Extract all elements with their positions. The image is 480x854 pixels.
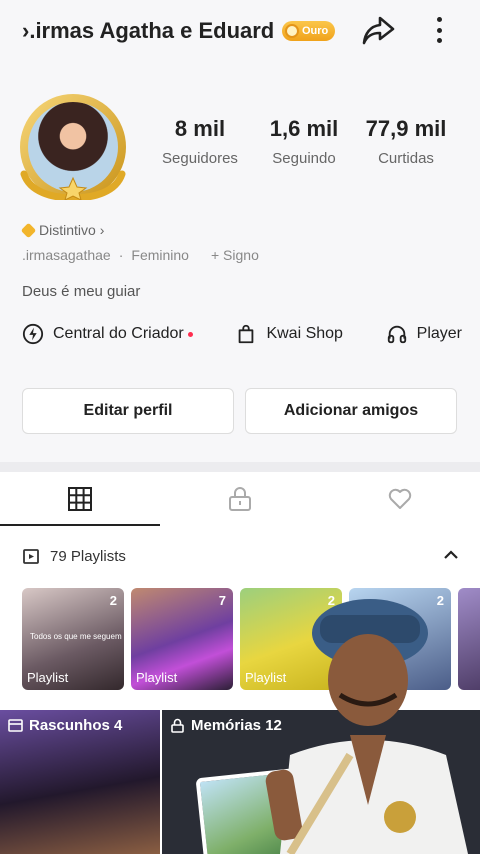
more-options-icon[interactable] <box>425 14 453 46</box>
creator-links: Central do Criador Kwai Shop Player <box>22 323 462 345</box>
playlist-label: Playlist <box>136 670 178 685</box>
kwai-shop-label: Kwai Shop <box>266 325 343 342</box>
following-label: Seguindo <box>272 150 336 167</box>
tab-liked[interactable] <box>320 472 480 526</box>
chevron-right-icon: › <box>99 222 105 238</box>
lightning-icon <box>22 323 44 345</box>
laurel-icon <box>20 170 126 200</box>
grid-icon <box>68 487 92 511</box>
likes-count: 77,9 mil <box>365 116 447 141</box>
separator-dot: · <box>118 247 124 263</box>
creator-center-link[interactable]: Central do Criador <box>22 323 193 345</box>
playlist-card[interactable]: 2 Todos os que me seguem Playlist <box>22 588 124 690</box>
creator-center-label: Central do Criador <box>53 325 184 342</box>
distintivo-link[interactable]: Distintivo › <box>20 222 105 238</box>
share-icon[interactable] <box>360 12 396 48</box>
ouro-badge[interactable]: Ouro <box>282 21 336 41</box>
kwai-shop-link[interactable]: Kwai Shop <box>235 323 343 345</box>
lock-icon <box>229 487 251 511</box>
tab-grid[interactable] <box>0 472 160 526</box>
drafts-icon <box>8 719 23 732</box>
add-friends-button[interactable]: Adicionar amigos <box>245 388 457 434</box>
ouro-label: Ouro <box>302 25 329 37</box>
coin-icon <box>285 24 299 38</box>
tab-private[interactable] <box>160 472 320 526</box>
playlist-label: Playlist <box>27 670 69 685</box>
profile-title: ›.irmas Agatha e Eduard <box>22 18 275 43</box>
playlist-card[interactable]: 7 Playlist <box>131 588 233 690</box>
playlist-count: 7 <box>218 593 226 608</box>
headphones-icon <box>387 325 406 344</box>
meme-sticker-image <box>265 599 468 854</box>
likes-label: Curtidas <box>378 150 434 167</box>
notification-dot <box>187 331 193 337</box>
followers-count: 8 mil <box>174 116 226 141</box>
lock-icon <box>171 718 184 733</box>
playlist-count: 2 <box>109 593 117 608</box>
playlist-cover-text: Todos os que me seguem <box>30 632 122 641</box>
following-stat[interactable]: 1,6 mil Seguindo <box>258 116 350 167</box>
section-divider <box>0 462 480 472</box>
edit-profile-button[interactable]: Editar perfil <box>22 388 234 434</box>
profile-meta: .irmasagathae · Feminino + Signo <box>22 247 259 263</box>
drafts-card[interactable]: Rascunhos 4 <box>0 710 160 854</box>
likes-stat[interactable]: 77,9 mil Curtidas <box>360 116 452 167</box>
heart-icon <box>388 488 412 509</box>
shopping-bag-icon <box>239 324 254 344</box>
followers-stat[interactable]: 8 mil Seguidores <box>155 116 245 167</box>
player-link[interactable]: Player <box>386 323 462 345</box>
profile-tabs <box>0 472 480 526</box>
followers-label: Seguidores <box>162 150 238 167</box>
badge-icon <box>20 222 37 238</box>
username: .irmasagathae <box>22 247 111 263</box>
playlist-icon <box>23 549 39 564</box>
playlists-header[interactable]: 79 Playlists <box>22 547 126 565</box>
drafts-label: Rascunhos 4 <box>29 717 123 734</box>
player-label: Player <box>416 325 462 342</box>
distintivo-label: Distintivo <box>39 222 96 238</box>
playlists-count-label: 79 Playlists <box>50 547 126 565</box>
top-bar: ›.irmas Agatha e Eduard Ouro <box>0 0 480 62</box>
following-count: 1,6 mil <box>269 116 339 141</box>
avatar[interactable] <box>14 88 132 206</box>
gender: Feminino <box>131 247 189 263</box>
bio-text: Deus é meu guiar <box>22 283 141 300</box>
chevron-up-icon[interactable] <box>440 544 462 566</box>
add-sign-button[interactable]: + Signo <box>211 247 259 263</box>
